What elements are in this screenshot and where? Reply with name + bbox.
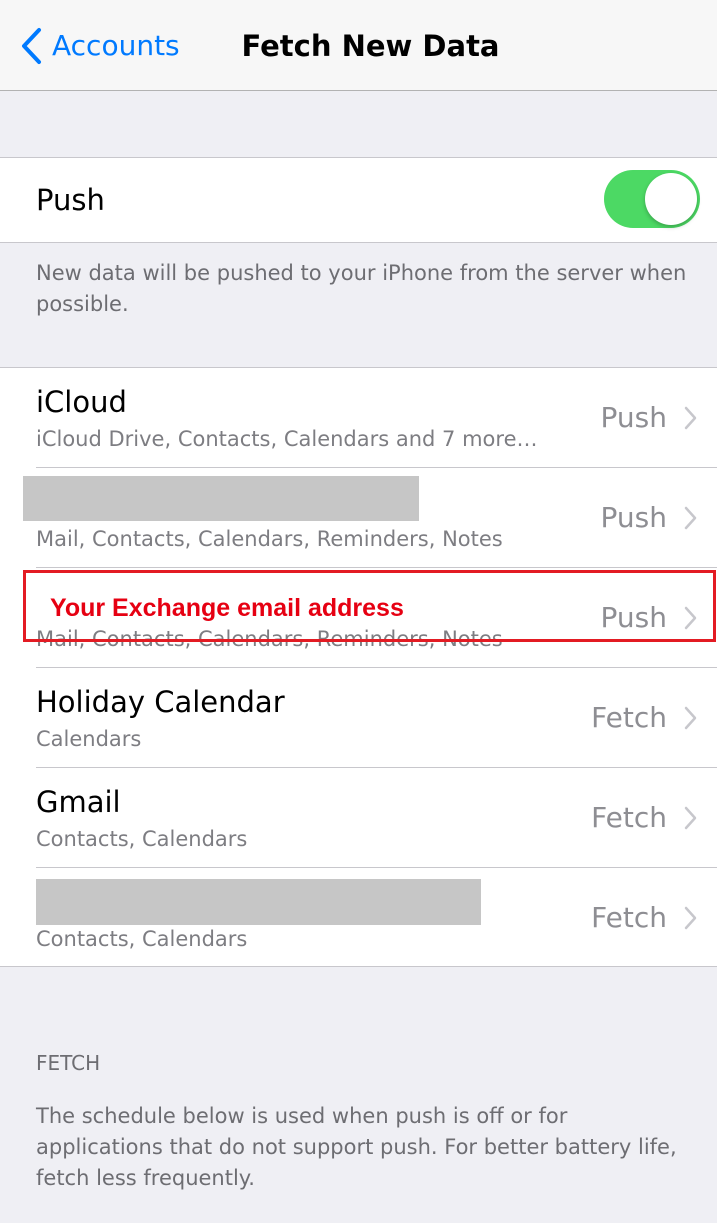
toggle-knob xyxy=(645,173,697,225)
push-label: Push xyxy=(36,183,105,217)
chevron-right-icon xyxy=(684,706,697,730)
account-title: Gmail xyxy=(36,785,121,819)
account-row-icloud[interactable]: iCloud iCloud Drive, Contacts, Calendars… xyxy=(0,368,717,468)
accounts-list: iCloud iCloud Drive, Contacts, Calendars… xyxy=(0,367,717,967)
account-row-gmail[interactable]: Gmail Contacts, Calendars Fetch xyxy=(0,768,717,868)
account-subtitle: iCloud Drive, Contacts, Calendars and 7 … xyxy=(36,427,538,451)
redacted-account-name xyxy=(23,476,419,521)
account-value: Fetch xyxy=(591,801,667,834)
redacted-account-name xyxy=(36,879,481,925)
navigation-bar: Accounts Fetch New Data xyxy=(0,0,717,91)
account-subtitle: Contacts, Calendars xyxy=(36,927,248,951)
account-title: Holiday Calendar xyxy=(36,685,285,719)
push-toggle[interactable] xyxy=(604,170,700,228)
account-row-redacted-2[interactable]: Contacts, Calendars Fetch xyxy=(0,868,717,968)
account-subtitle: Mail, Contacts, Calendars, Reminders, No… xyxy=(36,527,503,551)
chevron-right-icon xyxy=(684,806,697,830)
account-row-redacted-1[interactable]: Mail, Contacts, Calendars, Reminders, No… xyxy=(0,468,717,568)
chevron-right-icon xyxy=(684,506,697,530)
account-value: Fetch xyxy=(591,701,667,734)
fetch-section-header: FETCH xyxy=(36,1051,101,1075)
chevron-right-icon xyxy=(684,906,697,930)
chevron-right-icon xyxy=(684,406,697,430)
account-value: Fetch xyxy=(591,901,667,934)
account-value: Push xyxy=(600,401,667,434)
account-row-holiday-calendar[interactable]: Holiday Calendar Calendars Fetch xyxy=(0,668,717,768)
exchange-highlight-box xyxy=(23,570,716,642)
page-title: Fetch New Data xyxy=(241,29,500,63)
account-value: Push xyxy=(600,501,667,534)
account-subtitle: Contacts, Calendars xyxy=(36,827,248,851)
fetch-footer-text: The schedule below is used when push is … xyxy=(36,1104,677,1190)
account-title: iCloud xyxy=(36,385,127,419)
push-footer-text: New data will be pushed to your iPhone f… xyxy=(36,261,687,316)
account-subtitle: Calendars xyxy=(36,727,142,751)
